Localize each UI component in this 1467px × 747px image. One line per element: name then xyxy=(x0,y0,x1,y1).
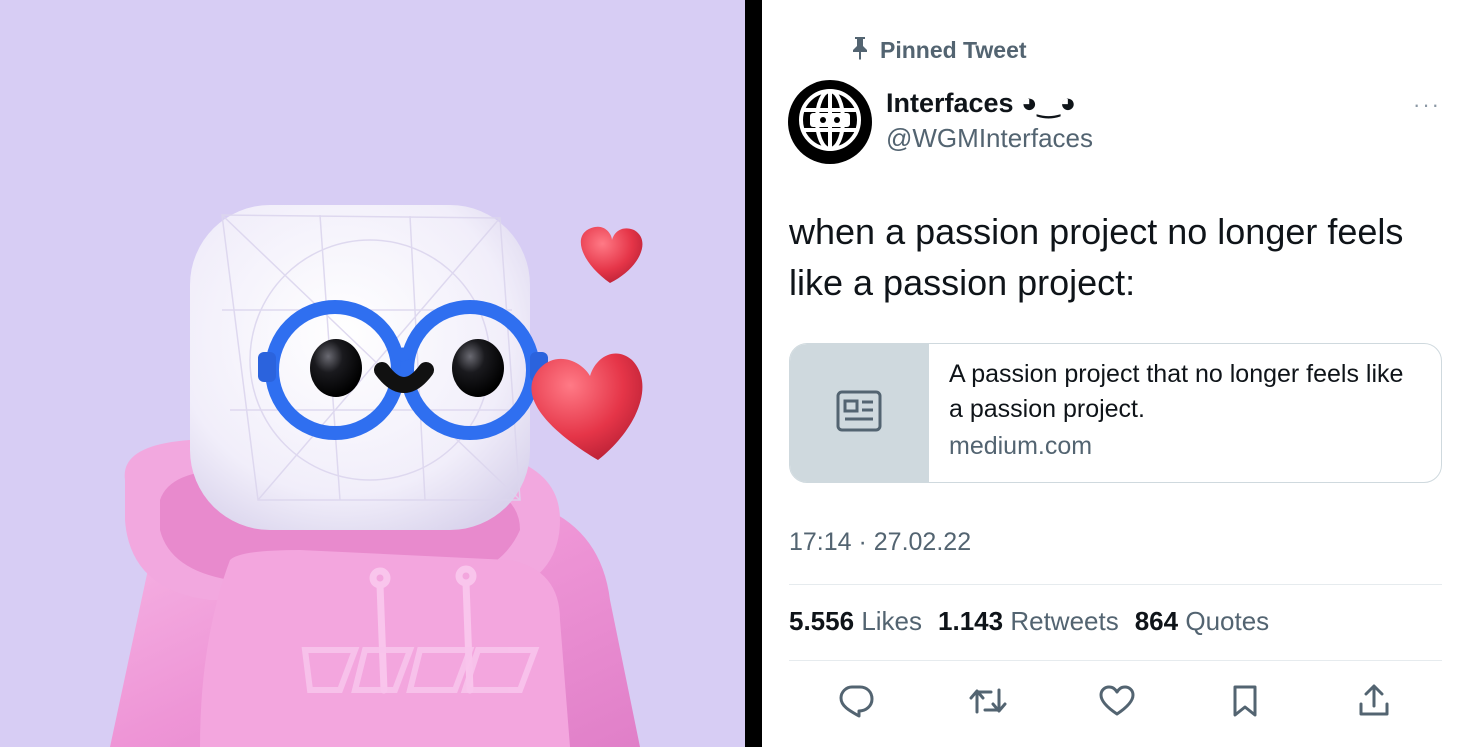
article-icon xyxy=(836,390,882,437)
tweet-text: when a passion project no longer feels l… xyxy=(789,211,1404,303)
card-domain: medium.com xyxy=(949,432,1093,460)
retweets-count: 1.143 xyxy=(938,606,1004,636)
character-illustration xyxy=(110,205,643,747)
user-handle[interactable]: @WGMInterfaces xyxy=(886,123,1093,154)
quotes-count: 864 xyxy=(1134,606,1179,636)
divider xyxy=(789,584,1442,585)
avatar[interactable] xyxy=(788,80,872,164)
card-title: A passion project that no longer feels l… xyxy=(949,360,1404,423)
divider xyxy=(789,660,1442,661)
card-thumbnail xyxy=(790,344,929,482)
pinned-label: Pinned Tweet xyxy=(880,37,1027,63)
retweets-label: Retweets xyxy=(1010,606,1119,636)
likes-stat[interactable]: 5.556 Likes xyxy=(789,606,922,637)
engagement-stats: 5.556 Likes 1.143 Retweets 864 Quotes xyxy=(789,606,1269,637)
share-icon[interactable] xyxy=(1351,678,1397,724)
more-icon[interactable]: ··· xyxy=(1413,92,1441,118)
author-info[interactable]: Interfaces ◕‿◕ @WGMInterfaces xyxy=(886,88,1093,154)
globe-avatar-icon xyxy=(796,86,864,159)
pin-icon xyxy=(850,36,870,65)
quotes-label: Quotes xyxy=(1185,606,1270,636)
retweets-stat[interactable]: 1.143 Retweets xyxy=(938,606,1119,637)
retweet-icon[interactable] xyxy=(965,678,1011,724)
illustration-panel xyxy=(0,0,745,747)
tweet-timestamp[interactable]: 17:14 · 27.02.22 xyxy=(789,528,971,557)
pinned-indicator: Pinned Tweet xyxy=(850,36,1027,65)
reply-icon[interactable] xyxy=(833,678,879,724)
like-icon[interactable] xyxy=(1094,678,1140,724)
link-card[interactable]: A passion project that no longer feels l… xyxy=(789,343,1442,483)
likes-count: 5.556 xyxy=(789,606,855,636)
panel-divider xyxy=(745,0,762,747)
likes-label: Likes xyxy=(861,606,923,636)
quotes-stat[interactable]: 864 Quotes xyxy=(1135,606,1269,637)
tweet-actions xyxy=(762,678,1467,724)
tweet-detail: Pinned Tweet Interfaces ◕‿◕ @WGMInterfac… xyxy=(762,0,1467,747)
display-name[interactable]: Interfaces ◕‿◕ xyxy=(886,88,1076,119)
bookmark-icon[interactable] xyxy=(1222,678,1268,724)
